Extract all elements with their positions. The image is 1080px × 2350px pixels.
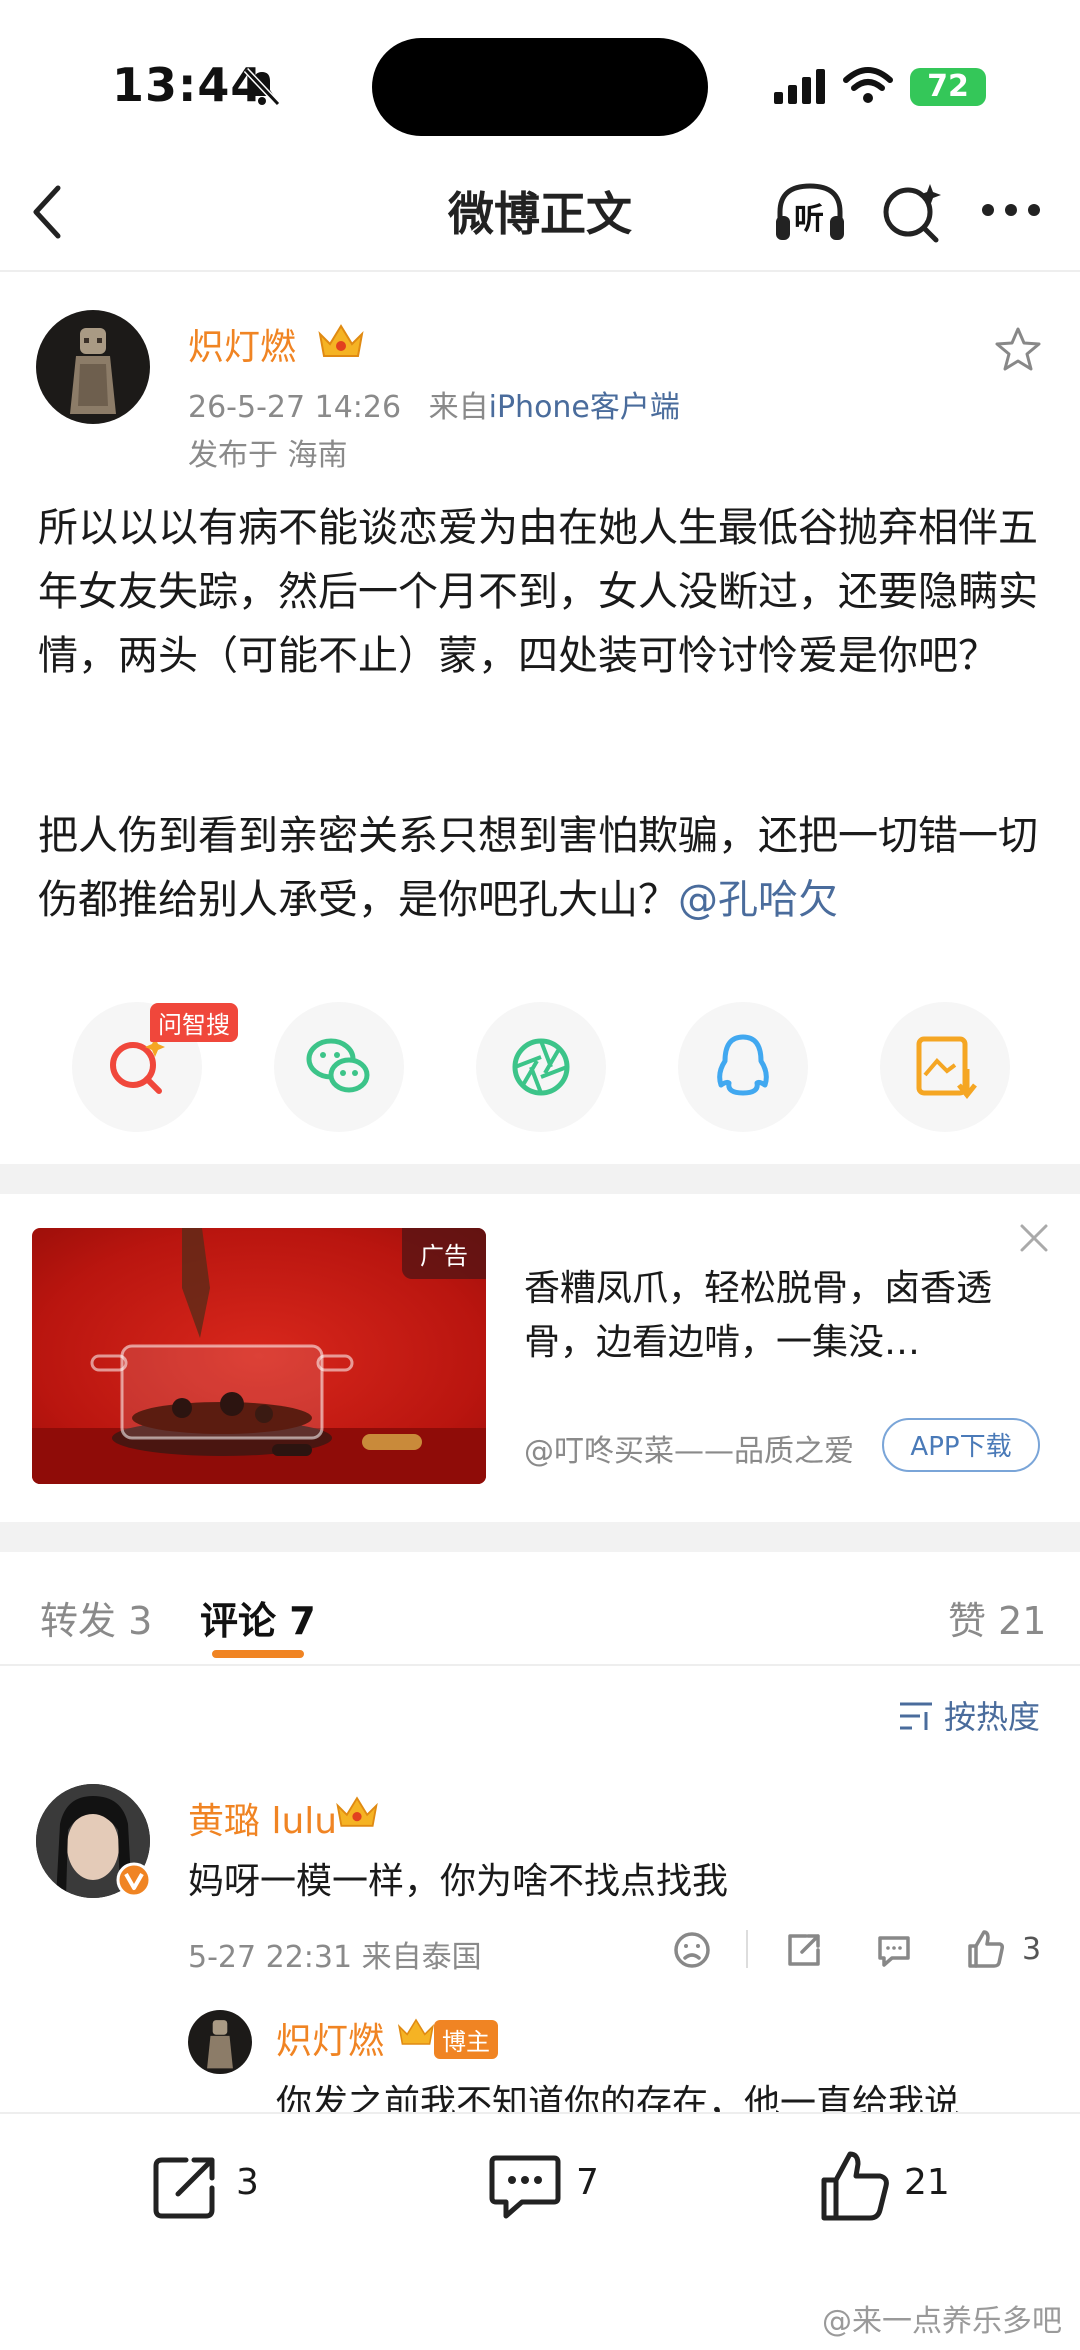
comment-button[interactable] <box>488 2150 562 2224</box>
crown-vip-icon <box>318 324 364 357</box>
like-comment-icon[interactable] <box>966 1928 1006 1970</box>
author-avatar[interactable] <box>36 310 150 424</box>
silent-bell-icon <box>243 67 281 107</box>
post-datetime: 26-5-27 14:26 <box>188 390 402 425</box>
tabs-divider <box>0 1664 1080 1666</box>
listen-button[interactable]: 听 <box>772 180 848 244</box>
post-paragraph-1: 所以以以有病不能谈恋爱为由在她人生最低谷抛弃相伴五年女友失踪，然后一个月不到，女… <box>38 505 1038 679</box>
like-button[interactable] <box>818 2148 892 2224</box>
ad-tag: 广告 <box>402 1228 486 1279</box>
listen-label: 听 <box>794 202 824 237</box>
post-paragraph-2-wrap: 把人伤到看到亲密关系只想到害怕欺骗，还把一切错一切伤都推给别人承受，是你吧孔大山… <box>38 804 1048 932</box>
nav-divider <box>0 270 1080 272</box>
post-source-prefix: 来自 <box>428 390 489 425</box>
cellular-signal-icon <box>774 69 825 104</box>
close-ad-icon[interactable] <box>1018 1222 1050 1254</box>
weibo-watermark: @来一点养乐多吧 <box>822 2304 1062 2339</box>
tab-repost[interactable]: 转发 3 <box>40 1590 152 1645</box>
moments-share-button[interactable] <box>476 1002 606 1132</box>
comment-like-count: 3 <box>1022 1932 1042 1967</box>
ad-title[interactable]: 香糟凤爪，轻松脱骨，卤香透骨，边看边啃，一集没… <box>524 1262 1024 1370</box>
ai-search-icon[interactable] <box>878 180 944 246</box>
crown-vip-icon <box>397 2018 435 2045</box>
repost-button[interactable] <box>150 2152 280 2222</box>
reply-avatar[interactable] <box>188 2010 252 2074</box>
reply-comment-icon[interactable] <box>874 1930 914 1970</box>
post-location: 发布于 海南 <box>188 438 348 473</box>
wifi-icon <box>843 67 893 103</box>
favorite-star-icon[interactable] <box>994 326 1042 372</box>
wechat-icon <box>306 1038 370 1093</box>
mention-link[interactable]: @孔哈欠 <box>678 877 838 923</box>
comment-icon <box>489 2155 561 2219</box>
section-gap <box>0 1164 1080 1194</box>
moments-aperture-icon <box>512 1038 570 1096</box>
repost-comment-icon[interactable] <box>784 1930 824 1970</box>
comment-text: 妈呀一模一样，你为啥不找点找我 <box>188 1861 729 1902</box>
reply-author-name[interactable]: 炽灯燃 <box>276 2012 384 2064</box>
commenter-name[interactable]: 黄璐 lulu <box>188 1792 337 1844</box>
action-separator <box>746 1930 748 1968</box>
tab-like[interactable]: 赞 21 <box>948 1590 1046 1645</box>
like-count: 21 <box>904 2162 950 2203</box>
tab-active-indicator <box>212 1650 304 1658</box>
dynamic-island <box>372 38 708 136</box>
dislike-face-icon[interactable] <box>672 1930 712 1970</box>
sort-icon <box>900 1702 932 1730</box>
sort-label: 按热度 <box>944 1698 1041 1736</box>
comment-meta: 5-27 22:31 来自泰国 <box>188 1940 482 1975</box>
repost-count: 3 <box>236 2162 259 2203</box>
save-image-icon <box>916 1036 977 1100</box>
thumbs-up-icon <box>821 2151 889 2221</box>
qq-share-button[interactable] <box>678 1002 808 1132</box>
figurine-image <box>207 2020 233 2069</box>
verified-badge-icon <box>116 1862 152 1898</box>
section-gap <box>0 1522 1080 1552</box>
comment-count: 7 <box>576 2162 599 2203</box>
more-icon[interactable] <box>980 200 1042 220</box>
save-image-share-button[interactable] <box>880 1002 1010 1132</box>
ad-source: @叮咚买菜——品质之爱 <box>524 1434 854 1469</box>
tab-comment[interactable]: 评论 7 <box>200 1590 316 1645</box>
ai-search-badge: 问智搜 <box>150 1003 238 1042</box>
ad-image[interactable]: 广告 <box>32 1228 486 1484</box>
post-source[interactable]: iPhone客户端 <box>489 390 680 425</box>
repost-icon <box>153 2157 215 2219</box>
battery-indicator: 72 <box>910 68 986 106</box>
author-badge: 博主 <box>434 2020 498 2059</box>
app-download-button[interactable]: APP下载 <box>882 1418 1040 1472</box>
figurine-image <box>70 328 116 414</box>
author-name[interactable]: 炽灯燃 <box>188 318 296 370</box>
wechat-share-button[interactable] <box>274 1002 404 1132</box>
post-paragraph-2: 把人伤到看到亲密关系只想到害怕欺骗，还把一切错一切伤都推给别人承受，是你吧孔大山… <box>38 813 1038 923</box>
qq-penguin-icon <box>717 1034 769 1096</box>
crown-vip-icon <box>336 1796 378 1827</box>
